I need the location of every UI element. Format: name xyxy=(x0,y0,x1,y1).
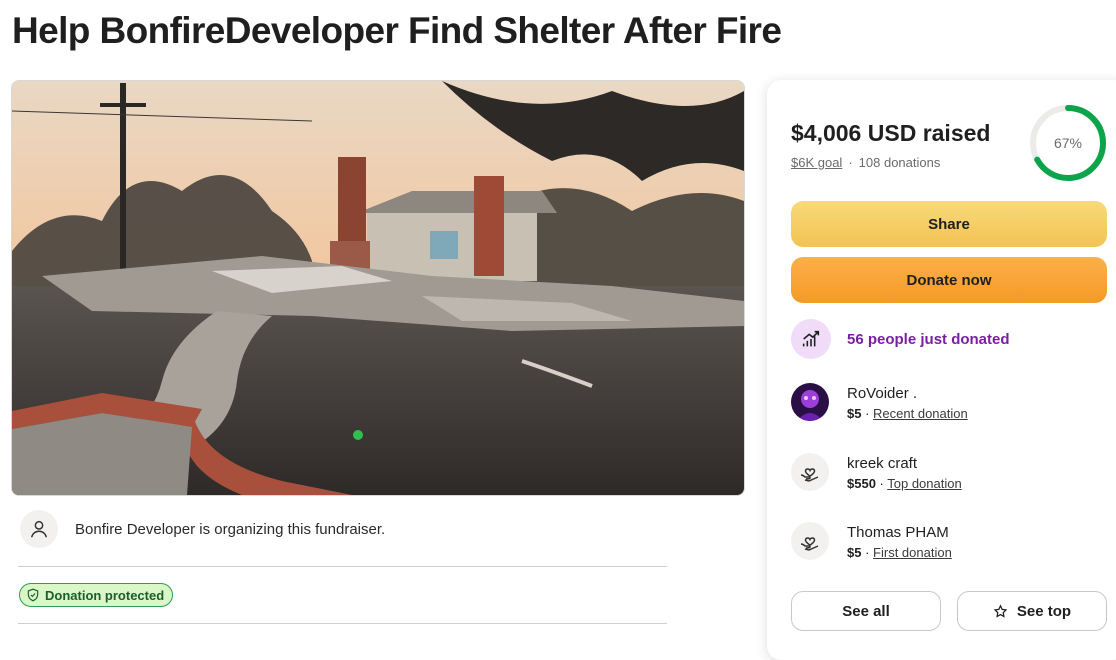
recent-donation-link[interactable]: Recent donation xyxy=(873,406,968,421)
donor-item: RoVoider . $5 · Recent donation xyxy=(791,383,968,421)
heart-hand-icon xyxy=(791,453,829,491)
see-top-label: See top xyxy=(1016,602,1072,620)
recent-donors-banner: 56 people just donated xyxy=(791,319,1010,359)
trending-up-icon xyxy=(791,319,831,359)
shield-check-icon xyxy=(27,588,39,602)
see-top-button[interactable]: See top xyxy=(957,591,1107,631)
donor-meta: $550 · Top donation xyxy=(847,476,962,491)
see-all-button[interactable]: See all xyxy=(791,591,941,631)
campaign-hero-image xyxy=(11,80,745,496)
donor-amount: $550 xyxy=(847,476,876,491)
separator: · xyxy=(861,545,874,560)
donation-count: 108 donations xyxy=(858,155,941,170)
donor-meta: $5 · First donation xyxy=(847,545,952,560)
heart-hand-icon xyxy=(791,522,829,560)
donor-amount: $5 xyxy=(847,545,862,560)
goal-link[interactable]: $6K goal xyxy=(791,155,842,170)
amount-raised: $4,006 USD raised xyxy=(791,120,991,146)
user-icon xyxy=(20,510,58,548)
first-donation-link[interactable]: First donation xyxy=(873,545,952,560)
page-title: Help BonfireDeveloper Find Shelter After… xyxy=(12,10,782,51)
share-button[interactable]: Share xyxy=(791,201,1107,247)
donor-item: kreek craft $550 · Top donation xyxy=(791,453,962,491)
star-icon xyxy=(993,603,1008,618)
divider xyxy=(18,566,667,567)
donor-meta: $5 · Recent donation xyxy=(847,406,968,421)
organizer-text: Bonfire Developer is organizing this fun… xyxy=(75,520,386,538)
separator: · xyxy=(848,155,853,170)
donor-avatar xyxy=(791,383,829,421)
organizer-row: Bonfire Developer is organizing this fun… xyxy=(20,510,385,548)
donation-card: $4,006 USD raised $6K goal · 108 donations… xyxy=(767,80,1116,660)
recent-donors-text: 56 people just donated xyxy=(847,330,1010,348)
donor-item: Thomas PHAM $5 · First donation xyxy=(791,522,952,560)
donation-protected-label: Donation protected xyxy=(45,587,165,603)
donor-name: kreek craft xyxy=(847,455,918,472)
donation-protected-badge[interactable]: Donation protected xyxy=(19,583,174,607)
donor-amount: $5 xyxy=(847,406,862,421)
progress-label: 67% xyxy=(1053,135,1083,151)
top-donation-link[interactable]: Top donation xyxy=(887,476,961,491)
donor-name: RoVoider . xyxy=(847,385,918,402)
donate-now-button[interactable]: Donate now xyxy=(791,257,1107,303)
separator: · xyxy=(875,476,888,491)
donor-name: Thomas PHAM xyxy=(847,524,949,541)
goal-summary: $6K goal · 108 donations xyxy=(791,155,940,170)
separator: · xyxy=(861,406,874,421)
divider xyxy=(18,623,667,624)
